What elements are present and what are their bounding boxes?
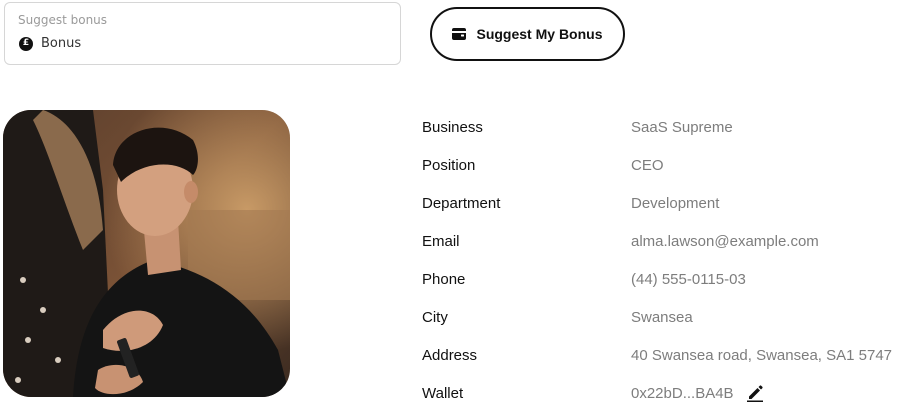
detail-label: Address	[422, 346, 478, 364]
detail-value: 40 Swansea road, Swansea, SA1 5747	[631, 346, 893, 364]
detail-label: Wallet	[422, 384, 464, 402]
profile-details: Business SaaS Supreme Position CEO Depar…	[422, 108, 901, 412]
pound-icon: £	[19, 36, 33, 51]
detail-value: Development	[631, 194, 720, 212]
detail-label: Business	[422, 118, 483, 136]
detail-value: CEO	[631, 156, 664, 174]
suggest-my-bonus-button[interactable]: Suggest My Bonus	[430, 7, 625, 61]
detail-row-position: Position CEO	[422, 146, 901, 184]
detail-label: City	[422, 308, 448, 326]
detail-label: Phone	[422, 270, 466, 288]
bonus-select[interactable]: £ Bonus	[19, 36, 81, 51]
suggest-bonus-label: Suggest bonus	[18, 13, 108, 27]
wallet-icon	[452, 28, 467, 40]
detail-row-city: City Swansea	[422, 298, 901, 336]
suggest-my-bonus-label: Suggest My Bonus	[476, 26, 603, 42]
detail-value: alma.lawson@example.com	[631, 232, 819, 250]
detail-label: Department	[422, 194, 501, 212]
detail-row-email: Email alma.lawson@example.com	[422, 222, 901, 260]
detail-label: Position	[422, 156, 476, 174]
detail-row-address: Address 40 Swansea road, Swansea, SA1 57…	[422, 336, 901, 374]
detail-row-department: Department Development	[422, 184, 901, 222]
suggest-bonus-field[interactable]: Suggest bonus £ Bonus	[4, 2, 401, 65]
detail-value: Swansea	[631, 308, 693, 326]
detail-value: SaaS Supreme	[631, 118, 733, 136]
edit-pencil-icon[interactable]	[746, 384, 764, 402]
detail-row-wallet: Wallet 0x22bD...BA4B	[422, 374, 901, 412]
detail-row-business: Business SaaS Supreme	[422, 108, 901, 146]
detail-label: Email	[422, 232, 460, 250]
profile-photo	[3, 110, 290, 397]
wallet-address: 0x22bD...BA4B	[631, 384, 734, 402]
detail-value: (44) 555-0115-03	[631, 270, 746, 288]
wallet-value-group: 0x22bD...BA4B	[631, 384, 764, 402]
detail-row-phone: Phone (44) 555-0115-03	[422, 260, 901, 298]
bonus-value: Bonus	[41, 36, 82, 51]
